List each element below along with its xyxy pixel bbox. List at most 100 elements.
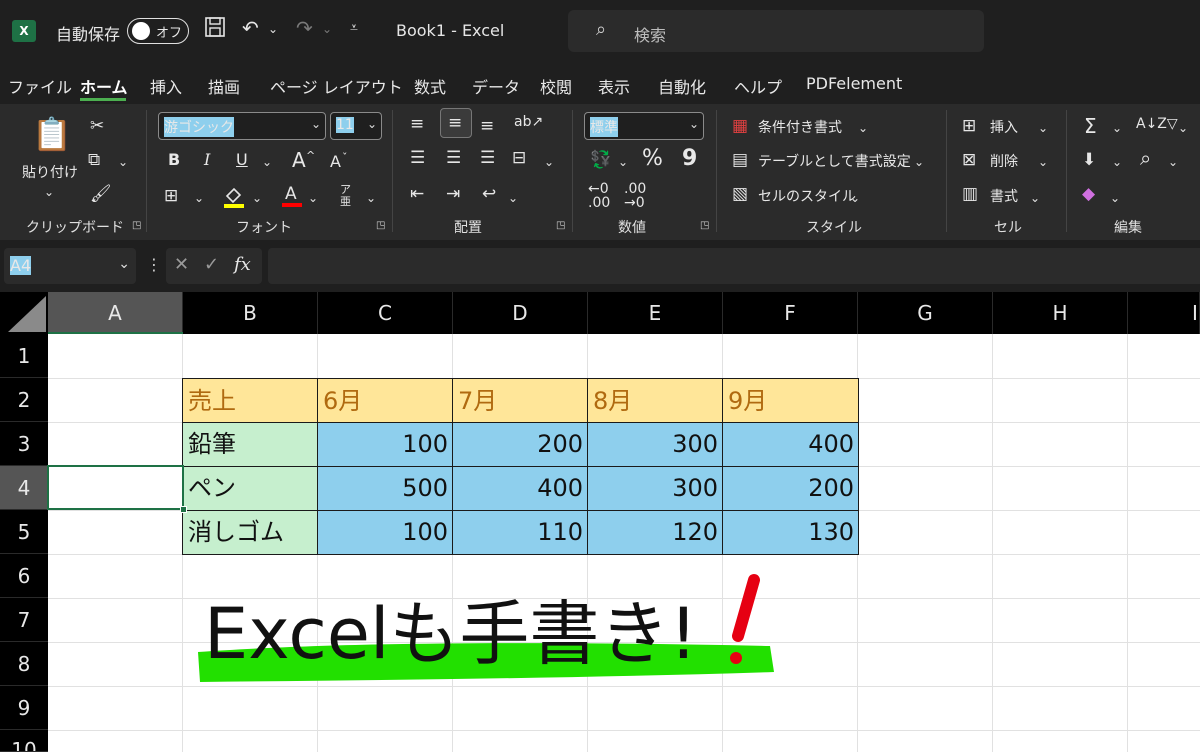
save-icon[interactable] (204, 16, 226, 43)
tab-pdfelement[interactable]: PDFelement (806, 74, 902, 93)
align-middle-button[interactable]: ≡ (440, 108, 472, 138)
column-header-f[interactable]: F (723, 292, 858, 334)
cell-f3[interactable]: 400 (723, 423, 859, 467)
formula-input[interactable] (268, 248, 1200, 284)
font-color-icon[interactable]: A (280, 182, 304, 213)
row-header-9[interactable]: 9 (0, 686, 48, 730)
chevron-down-icon[interactable]: ⌄ (1110, 188, 1120, 208)
fill-handle[interactable] (180, 506, 187, 513)
chevron-down-icon[interactable]: ⌄ (1112, 152, 1122, 172)
chevron-down-icon[interactable]: ⌄ (1112, 118, 1122, 138)
chevron-down-icon[interactable]: ⌄ (268, 22, 278, 36)
column-header-h[interactable]: H (993, 292, 1128, 334)
column-header-c[interactable]: C (318, 292, 453, 334)
orientation-icon[interactable]: ab↗ (514, 112, 543, 132)
cell-c4[interactable]: 500 (318, 467, 453, 511)
decrease-indent-icon[interactable]: ⇤ (410, 184, 424, 204)
decrease-decimal-icon[interactable]: .00 →0 (624, 182, 646, 210)
tab-insert[interactable]: 挿入 (150, 74, 182, 98)
chevron-down-icon[interactable]: ⌄ (858, 118, 868, 138)
dialog-launcher-icon[interactable]: ◳ (376, 220, 385, 231)
phonetic-guide-icon[interactable]: ア亜 (340, 184, 351, 208)
shrink-font-button[interactable]: A (330, 152, 341, 171)
row-header-7[interactable]: 7 (0, 598, 48, 642)
wrap-text-icon[interactable]: ↩ (482, 184, 496, 204)
tab-file[interactable]: ファイル (8, 74, 72, 98)
tab-formulas[interactable]: 数式 (414, 74, 446, 98)
insert-function-button[interactable]: fx (234, 254, 251, 275)
cell-e5[interactable]: 120 (588, 511, 723, 555)
chevron-down-icon[interactable]: ⌄ (308, 188, 318, 208)
sort-filter-icon[interactable]: A↓Z▽ (1136, 114, 1178, 134)
row-header-1[interactable]: 1 (0, 334, 48, 378)
chevron-down-icon[interactable]: ⌄ (262, 152, 272, 172)
conditional-formatting-icon[interactable]: ▦ (732, 116, 748, 136)
cell-e4[interactable]: 300 (588, 467, 723, 511)
enter-check-icon[interactable]: ✓ (204, 254, 219, 275)
cell-b5[interactable]: 消しゴム (182, 511, 318, 555)
chevron-down-icon[interactable]: ⌄ (322, 22, 332, 36)
tab-data[interactable]: データ (472, 74, 520, 98)
cell-styles-button[interactable]: セルのスタイル (758, 186, 856, 206)
italic-button[interactable]: I (204, 150, 210, 169)
more-options-icon[interactable]: ⋮ (146, 255, 162, 274)
increase-decimal-icon[interactable]: ←0.00 (588, 182, 610, 210)
cell-d5[interactable]: 110 (453, 511, 588, 555)
align-left-icon[interactable]: ☰ (410, 148, 425, 168)
increase-indent-icon[interactable]: ⇥ (446, 184, 460, 204)
chevron-down-icon[interactable]: ⌄ (1030, 188, 1040, 208)
name-box[interactable]: A4 ⌄ (4, 248, 136, 284)
row-header-6[interactable]: 6 (0, 554, 48, 598)
dialog-launcher-icon[interactable]: ◳ (556, 220, 565, 231)
autosave-toggle[interactable]: オフ (127, 18, 189, 44)
conditional-formatting-button[interactable]: 条件付き書式 (758, 117, 842, 137)
chevron-down-icon[interactable]: ⌄ (1038, 118, 1048, 138)
copy-icon[interactable]: ⧉ (88, 150, 100, 170)
fill-down-icon[interactable]: ⬇ (1082, 150, 1096, 170)
chevron-down-icon[interactable]: ⌄ (252, 188, 262, 208)
tab-view[interactable]: 表示 (598, 74, 630, 98)
tab-draw[interactable]: 描画 (208, 74, 240, 98)
fill-color-icon[interactable] (222, 184, 246, 213)
chevron-down-icon[interactable]: ⌄ (194, 188, 204, 208)
grow-font-button[interactable]: A (292, 148, 306, 172)
cell-f4[interactable]: 200 (723, 467, 859, 511)
clear-icon[interactable]: ◆ (1082, 184, 1095, 204)
format-cells-button[interactable]: 書式 (990, 186, 1018, 206)
cell-e2[interactable]: 8月 (588, 378, 723, 423)
row-header-10[interactable]: 10 (0, 730, 48, 752)
column-header-a[interactable]: A (48, 292, 183, 334)
chevron-down-icon[interactable]: ⌄ (1038, 152, 1048, 172)
cell-f2[interactable]: 9月 (723, 378, 859, 423)
autosum-button[interactable]: Σ (1084, 114, 1097, 138)
insert-cells-icon[interactable]: ⊞ (962, 116, 976, 136)
tab-automate[interactable]: 自動化 (658, 74, 706, 98)
font-name-select[interactable]: 游ゴシック ⌄ (158, 112, 326, 140)
tab-review[interactable]: 校閲 (540, 74, 572, 98)
undo-icon[interactable]: ↶ (242, 16, 259, 40)
cell-d3[interactable]: 200 (453, 423, 588, 467)
search-box[interactable]: ⌕ 検索 (568, 10, 984, 52)
cell-e3[interactable]: 300 (588, 423, 723, 467)
tab-page-layout[interactable]: ページ レイアウト (270, 74, 403, 98)
dialog-launcher-icon[interactable]: ◳ (700, 220, 709, 231)
tab-help[interactable]: ヘルプ (734, 74, 782, 98)
active-cell-a4[interactable] (47, 465, 184, 510)
cell-c2[interactable]: 6月 (318, 378, 453, 423)
currency-icon[interactable]: 💱 (590, 150, 611, 170)
find-select-icon[interactable]: ⌕ (1140, 148, 1151, 168)
delete-cells-button[interactable]: 削除 (990, 151, 1018, 171)
chevron-down-icon[interactable]: ⌄ (366, 188, 376, 208)
percent-button[interactable]: % (642, 146, 663, 171)
align-center-icon[interactable]: ☰ (446, 148, 461, 168)
row-header-3[interactable]: 3 (0, 422, 48, 466)
cell-c5[interactable]: 100 (318, 511, 453, 555)
align-bottom-icon[interactable]: ≡ (480, 116, 494, 136)
cancel-icon[interactable]: ✕ (174, 254, 189, 275)
row-header-8[interactable]: 8 (0, 642, 48, 686)
chevron-down-icon[interactable]: ⌄ (1178, 118, 1188, 138)
format-as-table-icon[interactable]: ▤ (732, 150, 748, 170)
column-header-g[interactable]: G (858, 292, 993, 334)
column-header-b[interactable]: B (183, 292, 318, 334)
tab-home[interactable]: ホーム (80, 74, 128, 98)
